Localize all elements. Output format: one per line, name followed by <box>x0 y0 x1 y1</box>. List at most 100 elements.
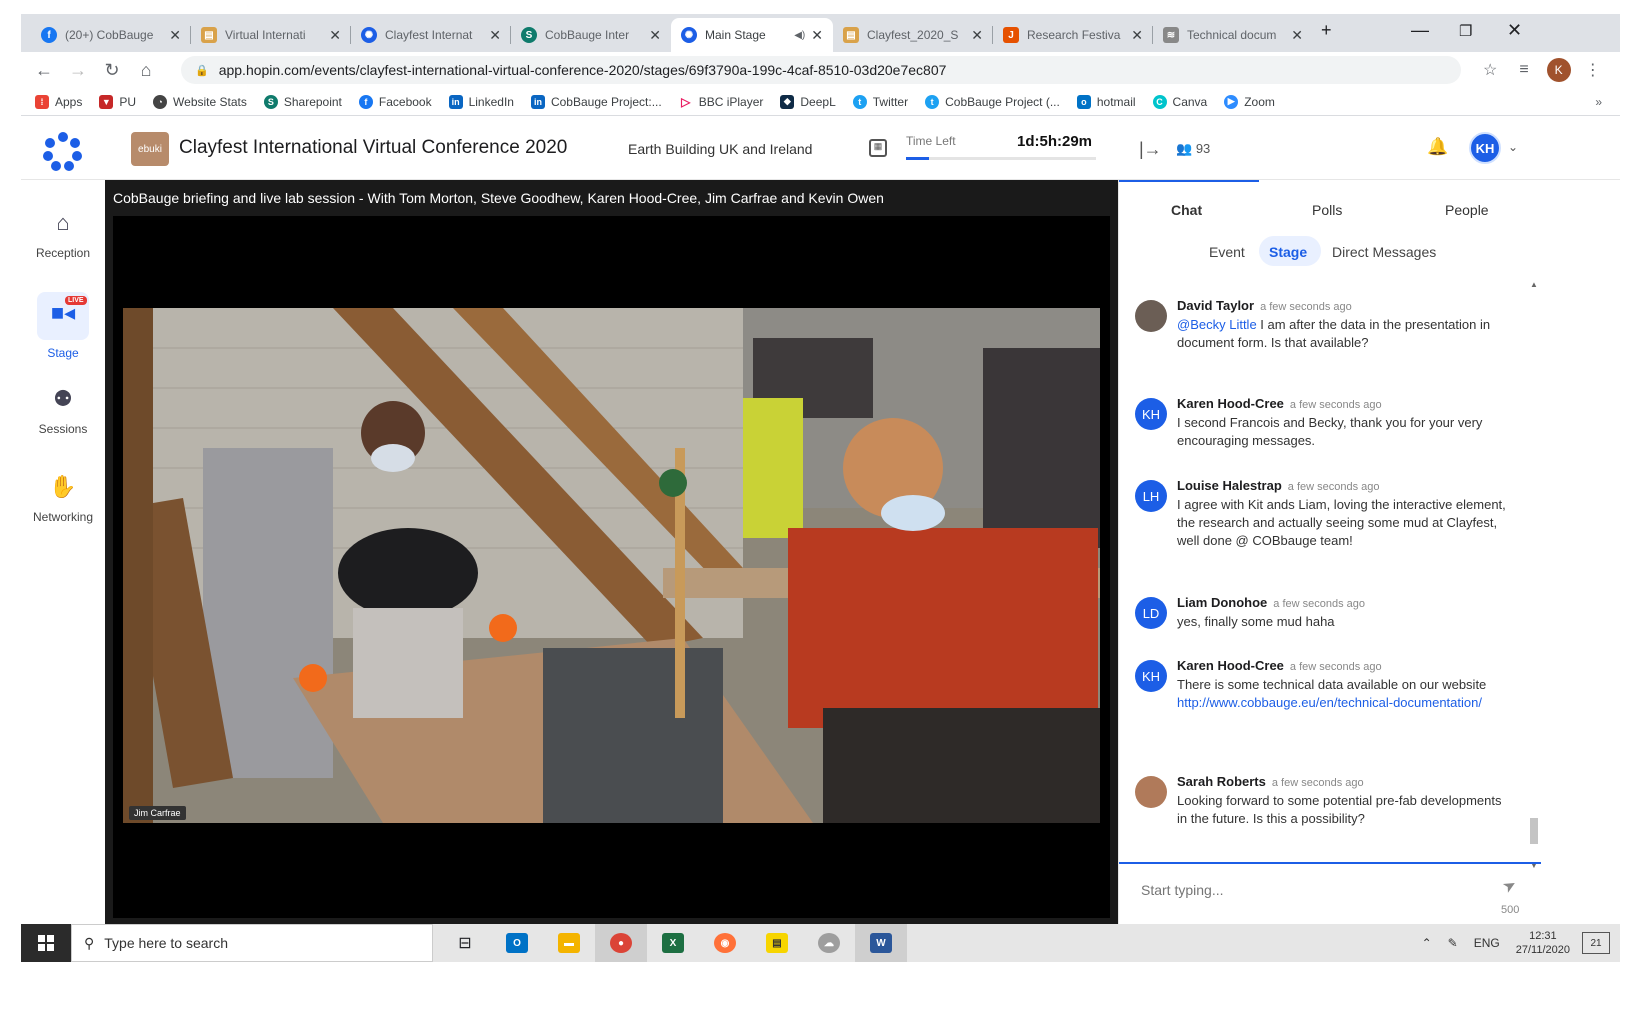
bookmark-twitter[interactable]: t Twitter <box>852 94 908 109</box>
browser-tab[interactable]: ✺ Clayfest Internat ✕ <box>351 18 511 52</box>
avatar[interactable]: LH <box>1135 480 1167 512</box>
browser-tab[interactable]: S CobBauge Inter ✕ <box>511 18 671 52</box>
scroll-up-icon[interactable]: ▲ <box>1530 280 1538 289</box>
bookmark-apps[interactable]: ⁞ Apps <box>35 94 82 109</box>
calendar-icon[interactable]: ▦ <box>869 139 887 157</box>
firefox-app-icon[interactable]: ◉ <box>699 924 751 962</box>
bookmark-hotmail[interactable]: o hotmail <box>1076 94 1136 109</box>
nav-reception[interactable]: ⌂ Reception <box>21 210 105 260</box>
nav-networking[interactable]: ✋ Networking <box>21 474 105 524</box>
reading-list-icon[interactable]: ≡ <box>1519 61 1528 79</box>
new-tab-icon[interactable]: + <box>1321 20 1332 41</box>
start-button[interactable] <box>21 924 71 962</box>
sender-name[interactable]: Sarah Roberts <box>1177 774 1266 789</box>
avatar[interactable]: KH <box>1135 660 1167 692</box>
subtab-event[interactable]: Event <box>1209 244 1245 260</box>
close-tab-icon[interactable]: ✕ <box>169 27 181 44</box>
sender-name[interactable]: Liam Donohoe <box>1177 595 1267 610</box>
tab-polls[interactable]: Polls <box>1312 202 1342 218</box>
sender-name[interactable]: Louise Halestrap <box>1177 478 1282 493</box>
close-tab-icon[interactable]: ✕ <box>971 27 983 44</box>
sender-name[interactable]: David Taylor <box>1177 298 1254 313</box>
user-avatar[interactable]: KH <box>1469 132 1501 164</box>
outlook-app-icon[interactable]: O <box>491 924 543 962</box>
bell-icon[interactable]: 🔔 <box>1427 137 1448 157</box>
avatar[interactable]: KH <box>1135 398 1167 430</box>
avatar[interactable] <box>1135 300 1167 332</box>
kebab-menu-icon[interactable]: ⋮ <box>1585 60 1601 80</box>
weather-app-icon[interactable]: ☁ <box>803 924 855 962</box>
bookmark-pu[interactable]: ▼ PU <box>99 94 136 109</box>
browser-tab[interactable]: ≋ Technical docum ✕ <box>1153 18 1313 52</box>
close-tab-icon[interactable]: ✕ <box>1291 27 1303 44</box>
url-field[interactable]: 🔒 app.hopin.com/events/clayfest-internati… <box>181 56 1461 84</box>
taskbar-search[interactable]: ⚲ Type here to search <box>71 924 433 962</box>
bookmark-zoom[interactable]: ▶ Zoom <box>1224 94 1275 109</box>
sender-name[interactable]: Karen Hood-Cree <box>1177 658 1284 673</box>
browser-tab[interactable]: J Research Festiva ✕ <box>993 18 1153 52</box>
sticky-notes-icon[interactable]: ▤ <box>751 924 803 962</box>
attendee-count[interactable]: 👥 93 <box>1176 141 1210 157</box>
word-app-icon[interactable]: W <box>855 924 907 962</box>
bookmark-sharepoint[interactable]: S Sharepoint <box>263 94 342 109</box>
notification-icon[interactable]: 21 <box>1582 932 1610 954</box>
sender-name[interactable]: Karen Hood-Cree <box>1177 396 1284 411</box>
chrome-app-icon[interactable]: ● <box>595 924 647 962</box>
bookmark-website-stats[interactable]: ◔ Website Stats <box>153 94 247 109</box>
collapse-panel-icon[interactable]: |→ <box>1139 139 1162 160</box>
chevron-down-icon[interactable]: ⌄ <box>1508 140 1518 154</box>
file-explorer-icon[interactable]: ▬ <box>543 924 595 962</box>
home-icon[interactable]: ⌂ <box>129 60 163 81</box>
close-tab-icon[interactable]: ✕ <box>329 27 341 44</box>
window-close-icon[interactable]: ✕ <box>1507 20 1522 41</box>
avatar[interactable] <box>1135 776 1167 808</box>
tab-people[interactable]: People <box>1445 202 1489 218</box>
chat-scrollbar[interactable]: ▲ ▼ <box>1529 280 1539 870</box>
hopin-logo-icon[interactable] <box>41 129 85 173</box>
scroll-thumb[interactable] <box>1530 818 1538 844</box>
forward-icon[interactable]: → <box>61 60 95 81</box>
close-tab-icon[interactable]: ✕ <box>649 27 661 44</box>
pen-icon[interactable]: ✎ <box>1448 936 1458 950</box>
minimize-icon[interactable]: — <box>1411 20 1429 41</box>
avatar[interactable]: LD <box>1135 597 1167 629</box>
nav-sessions[interactable]: ⚉ Sessions <box>21 386 105 436</box>
back-icon[interactable]: ← <box>27 60 61 81</box>
profile-avatar[interactable]: K <box>1546 58 1571 82</box>
website-link[interactable]: http://www.cobbauge.eu/en/technical-docu… <box>1177 694 1507 712</box>
bookmark-facebook[interactable]: f Facebook <box>358 94 432 109</box>
organiser-name[interactable]: Earth Building UK and Ireland <box>628 141 812 157</box>
bookmark-deepl[interactable]: ◆ DeepL <box>780 94 836 109</box>
browser-tab-active[interactable]: ✺ Main Stage ◀) ✕ <box>671 18 833 52</box>
chevron-up-icon[interactable]: ⌃ <box>1422 936 1432 950</box>
nav-stage[interactable]: ■◂ LIVE Stage <box>21 292 105 360</box>
close-tab-icon[interactable]: ✕ <box>1131 27 1143 44</box>
subtab-stage[interactable]: Stage <box>1269 244 1307 260</box>
tab-chat[interactable]: Chat <box>1171 202 1202 218</box>
bookmark-bbc-iplayer[interactable]: ▷ BBC iPlayer <box>678 94 763 109</box>
close-tab-icon[interactable]: ✕ <box>489 27 501 44</box>
bookmark-linkedin[interactable]: in LinkedIn <box>448 94 514 109</box>
more-bookmarks-icon[interactable]: » <box>1595 95 1602 109</box>
restore-icon[interactable]: ❐ <box>1459 22 1472 40</box>
browser-tab[interactable]: ▤ Clayfest_2020_S ✕ <box>833 18 993 52</box>
excel-app-icon[interactable]: X <box>647 924 699 962</box>
bookmark-cobbauge-twitter[interactable]: t CobBauge Project (... <box>925 94 1060 109</box>
bookmark-canva[interactable]: C Canva <box>1152 94 1207 109</box>
task-view-icon[interactable]: ⊟ <box>439 924 491 962</box>
star-icon[interactable]: ☆ <box>1483 60 1497 80</box>
browser-tab[interactable]: f (20+) CobBauge ✕ <box>31 18 191 52</box>
group-icon: ⚉ <box>53 386 73 411</box>
video-player[interactable]: Jim Carfrae <box>113 216 1110 918</box>
audio-playing-icon[interactable]: ◀) <box>794 30 805 41</box>
reload-icon[interactable]: ↻ <box>95 60 129 81</box>
clock[interactable]: 12:31 27/11/2020 <box>1516 929 1570 957</box>
send-icon[interactable]: ➤ <box>1499 874 1521 898</box>
language-indicator[interactable]: ENG <box>1474 936 1500 950</box>
close-tab-icon[interactable]: ✕ <box>811 27 823 44</box>
mention-link[interactable]: @Becky Little <box>1177 317 1257 332</box>
bookmark-cobbauge-linkedin[interactable]: in CobBauge Project:... <box>530 94 662 109</box>
chat-input[interactable] <box>1141 882 1471 898</box>
browser-tab[interactable]: ▤ Virtual Internati ✕ <box>191 18 351 52</box>
subtab-direct-messages[interactable]: Direct Messages <box>1332 244 1436 260</box>
